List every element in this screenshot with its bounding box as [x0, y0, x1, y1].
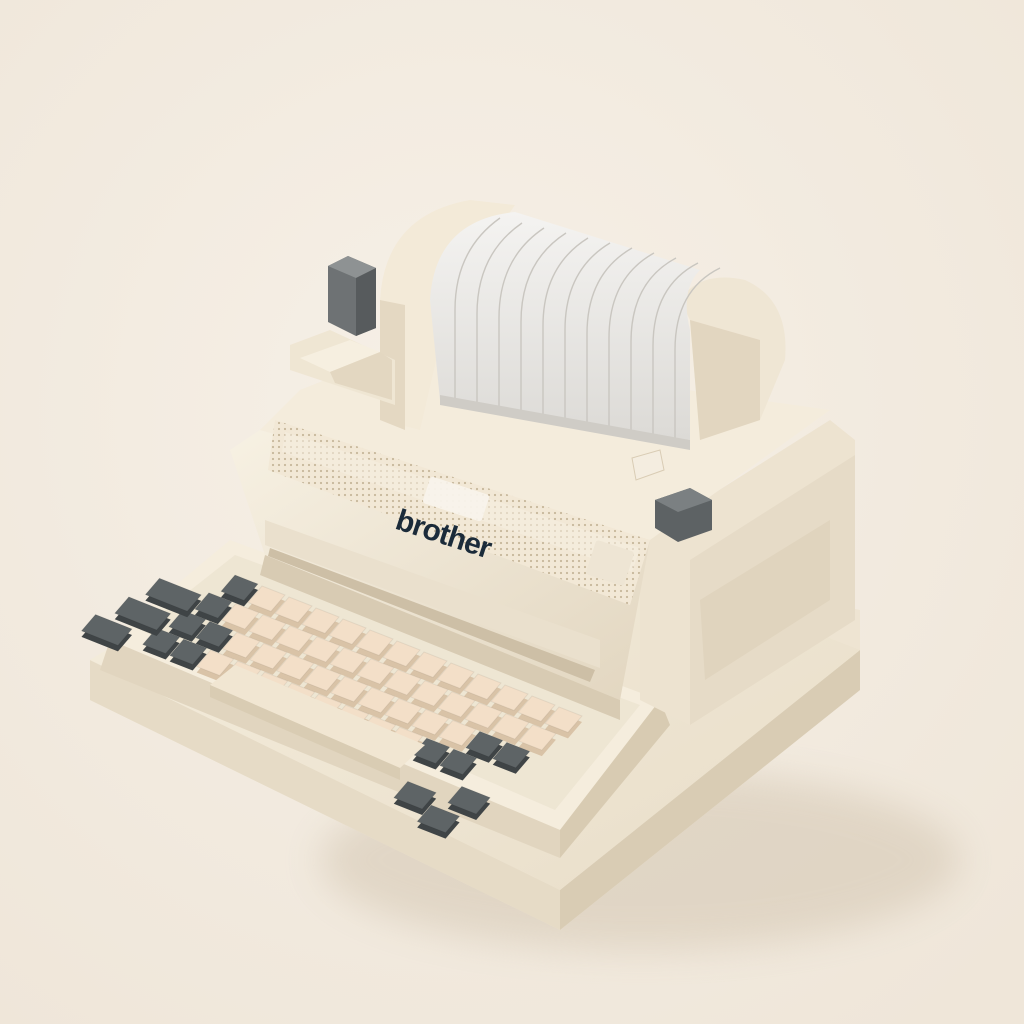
typewriter-scene: brother [0, 0, 1024, 1024]
left-gray-knob [328, 256, 376, 336]
